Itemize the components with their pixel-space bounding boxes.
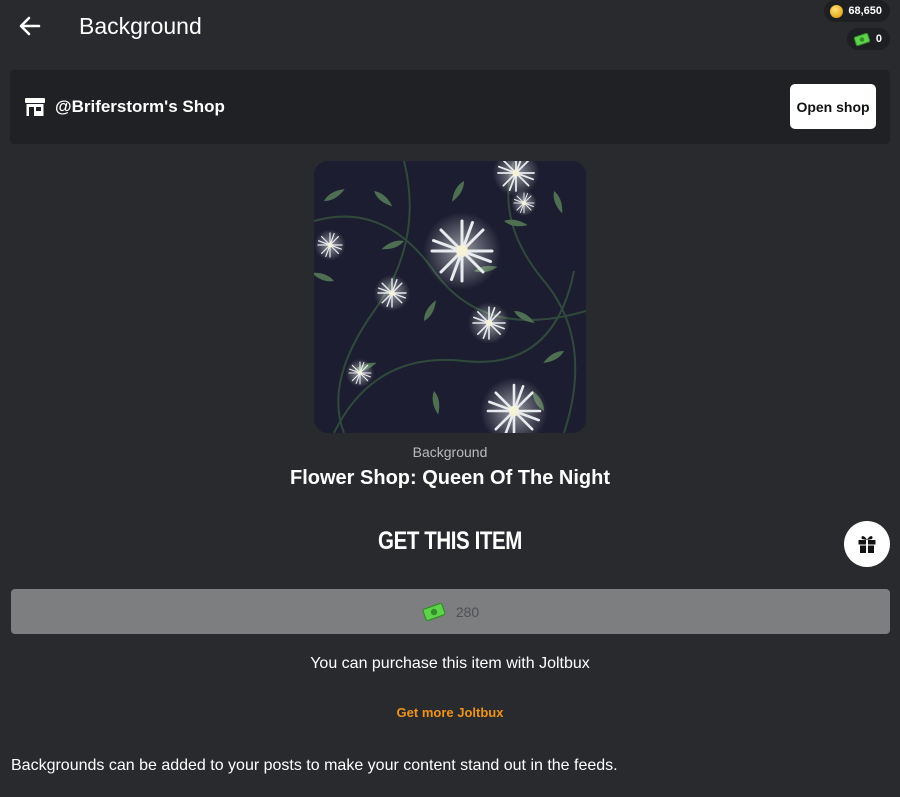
item-type-label: Background [412, 444, 488, 460]
item-preview-image[interactable] [314, 161, 586, 433]
item-page: Background 68,650 0 @Briferstorm's Shop … [0, 0, 900, 797]
item-title: Flower Shop: Queen Of The Night [290, 467, 610, 489]
back-button[interactable] [14, 10, 46, 42]
purchase-note: You can purchase this item with Joltbux [310, 655, 590, 672]
shop-bar: @Briferstorm's Shop Open shop [10, 70, 890, 144]
item-description: Backgrounds can be added to your posts t… [11, 757, 618, 774]
joltbux-balance-value: 0 [875, 33, 882, 45]
coin-balance[interactable]: 68,650 [824, 0, 890, 22]
gift-icon [858, 536, 876, 553]
gift-button[interactable] [844, 521, 890, 567]
joltbux-icon [853, 32, 871, 46]
shop-name: @Briferstorm's Shop [55, 97, 225, 116]
buy-with-joltbux-button[interactable]: 280 [11, 589, 890, 634]
get-more-joltbux-link[interactable]: Get more Joltbux [0, 705, 900, 720]
coin-balance-value: 68,650 [848, 5, 882, 17]
store-icon [25, 98, 45, 116]
flower-pattern-image [314, 161, 586, 433]
joltbux-icon [422, 602, 446, 621]
coin-icon [830, 4, 844, 18]
page-title: Background [79, 13, 202, 39]
open-shop-button[interactable]: Open shop [790, 84, 876, 129]
get-item-heading: GET THIS ITEM [378, 527, 522, 555]
arrow-left-icon [19, 16, 41, 36]
item-price: 280 [455, 603, 480, 620]
joltbux-balance[interactable]: 0 [846, 28, 890, 50]
